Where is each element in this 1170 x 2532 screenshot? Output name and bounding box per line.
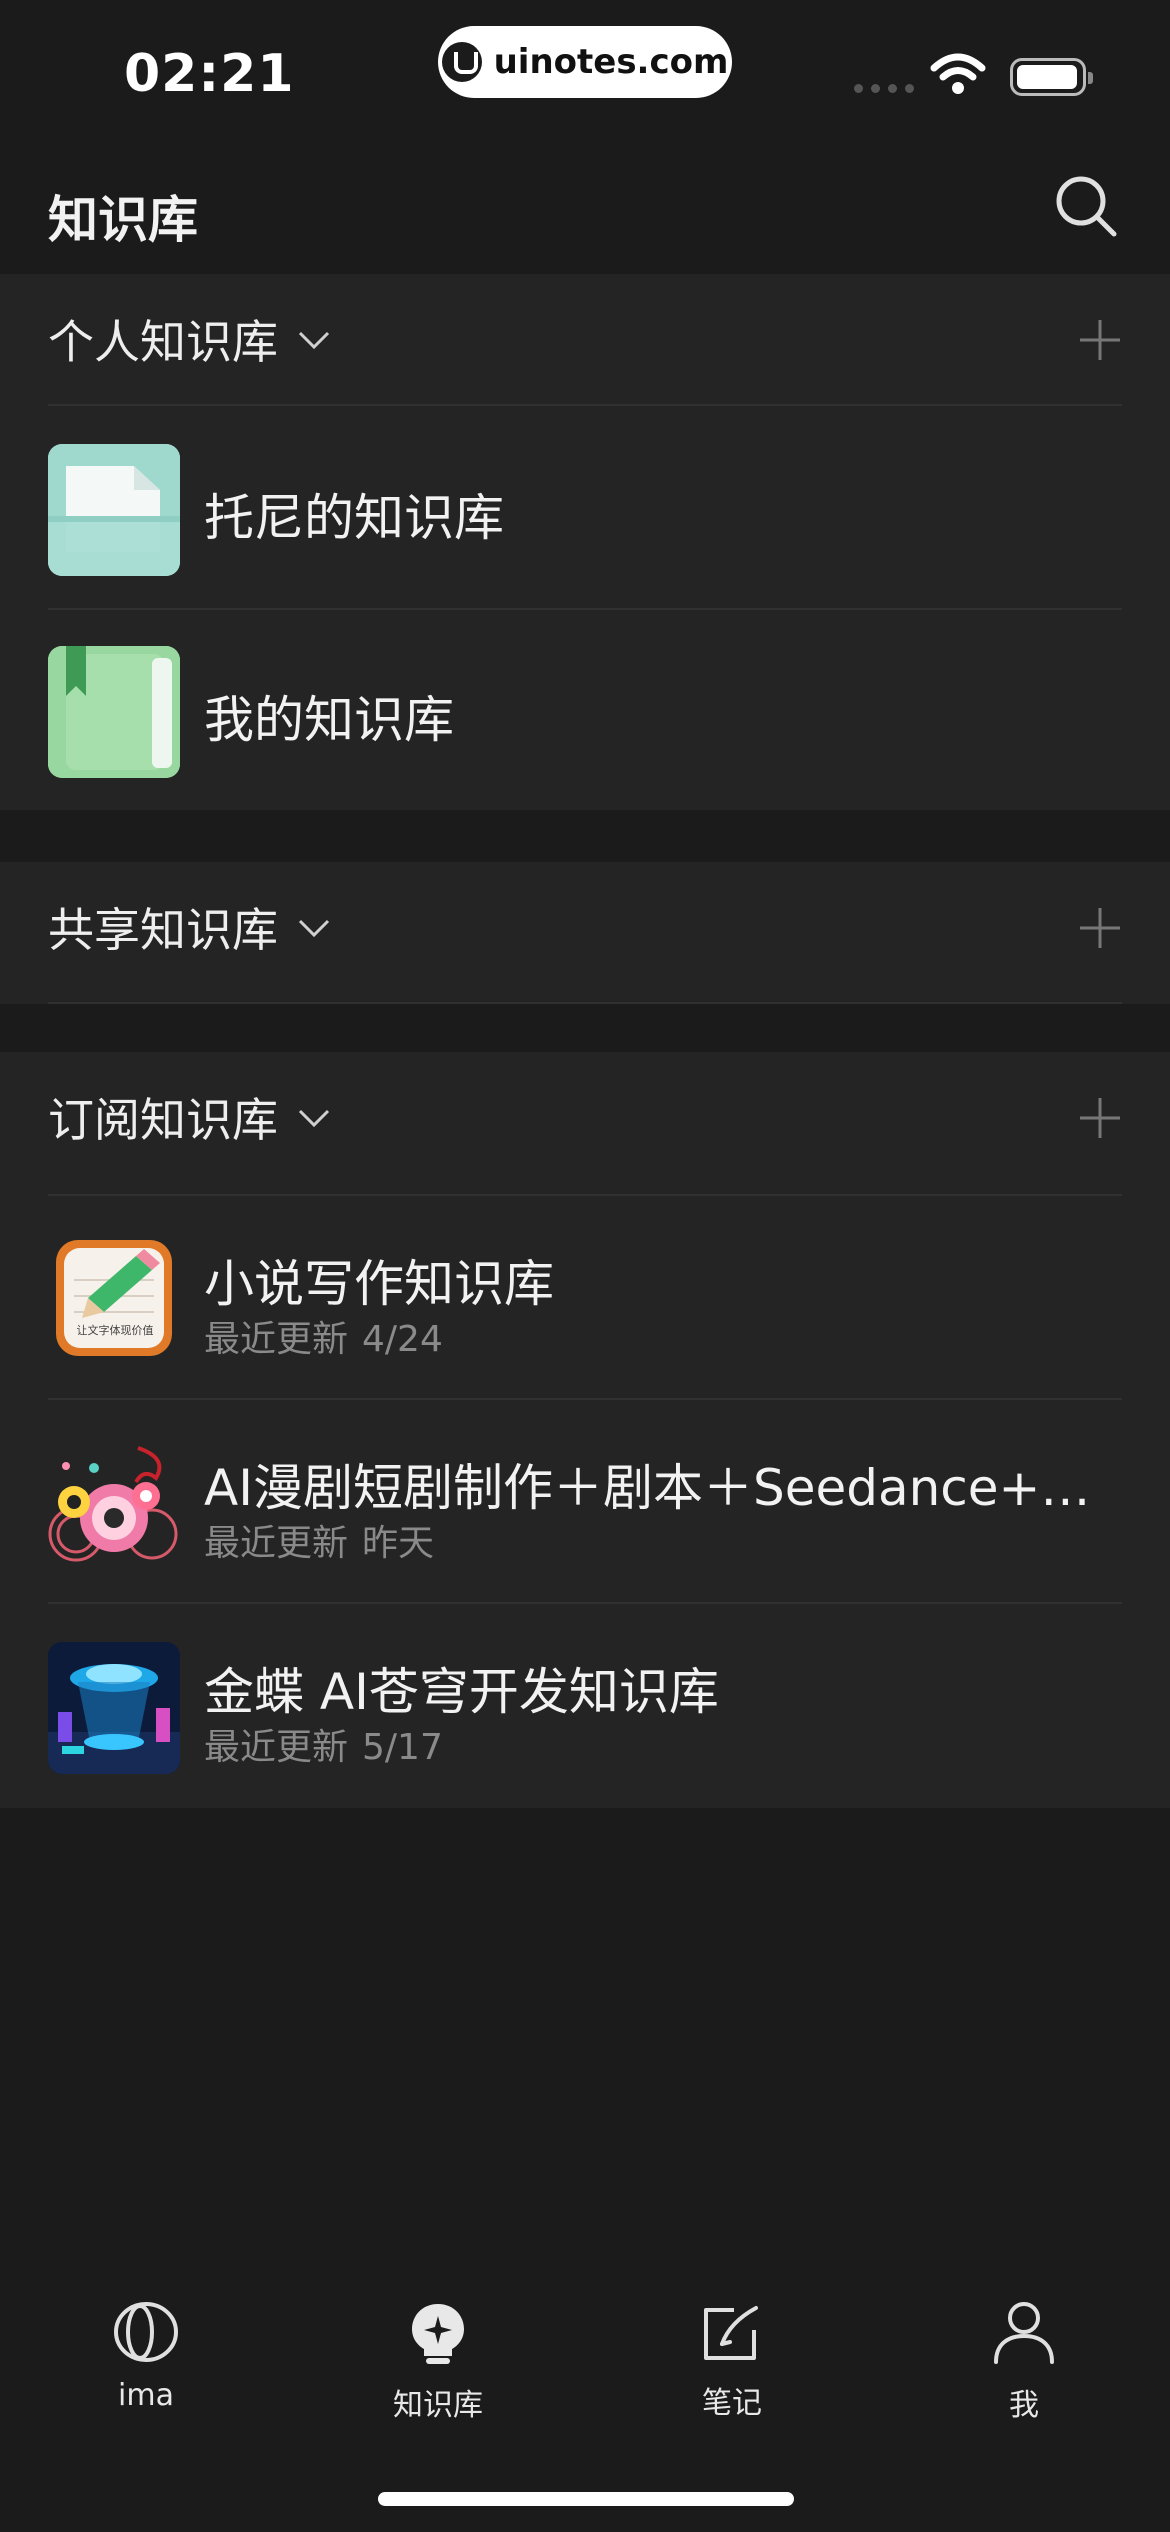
note-pen-icon bbox=[704, 2306, 758, 2360]
section-subscribed: 订阅知识库 让文字体现价值 小说写作知识库 最近更新 4/24 AI漫剧短剧制作… bbox=[0, 1052, 1170, 1808]
item-subtitle: 最近更新 5/17 bbox=[204, 1718, 457, 1770]
item-name: 托尼的知识库 bbox=[204, 489, 504, 547]
search-icon[interactable] bbox=[1054, 174, 1118, 238]
tab-ima[interactable]: ima bbox=[46, 2300, 246, 2413]
notebook-pencil-icon: 让文字体现价值 bbox=[48, 1234, 180, 1366]
add-icon[interactable] bbox=[1078, 906, 1122, 950]
green-book-icon bbox=[48, 646, 180, 778]
status-time: 02:21 bbox=[124, 44, 295, 104]
item-name: 金蝶 AI苍穹开发知识库 bbox=[204, 1663, 719, 1721]
item-name: 小说写作知识库 bbox=[204, 1255, 554, 1313]
chevron-down-icon bbox=[298, 919, 330, 938]
section-shared: 共享知识库 bbox=[0, 862, 1170, 1004]
item-name: 我的知识库 bbox=[204, 691, 454, 749]
badge-text: 让文字体现价值 bbox=[76, 1324, 154, 1337]
update-date: 4/24 bbox=[362, 1319, 443, 1360]
update-label: 最近更新 bbox=[204, 1523, 349, 1564]
folder-document-icon bbox=[48, 444, 180, 576]
add-icon[interactable] bbox=[1078, 318, 1122, 362]
item-name: AI漫剧短剧制作＋剧本＋Seedance+… bbox=[204, 1459, 1091, 1517]
tab-label: 笔记 bbox=[702, 2386, 762, 2421]
battery-icon bbox=[1010, 58, 1093, 96]
section-header[interactable]: 共享知识库 bbox=[48, 862, 1122, 992]
section-title: 共享知识库 bbox=[48, 903, 278, 957]
page-title: 知识库 bbox=[48, 191, 198, 249]
update-label: 最近更新 bbox=[204, 1319, 349, 1360]
list-item[interactable]: AI漫剧短剧制作＋剧本＋Seedance+… 最近更新 昨天 bbox=[48, 1400, 1122, 1602]
domain-text: uinotes.com bbox=[493, 42, 729, 82]
update-label: 最近更新 bbox=[204, 1727, 349, 1768]
update-date: 5/17 bbox=[362, 1727, 443, 1768]
tab-label: 我 bbox=[1009, 2388, 1039, 2423]
tab-me[interactable]: 我 bbox=[924, 2300, 1124, 2424]
colorful-illustration-icon bbox=[48, 1438, 180, 1570]
person-icon bbox=[994, 2302, 1054, 2364]
tab-notes[interactable]: 笔记 bbox=[632, 2300, 832, 2422]
list-item[interactable]: 托尼的知识库 bbox=[48, 406, 1122, 608]
tab-label: 知识库 bbox=[393, 2388, 483, 2423]
knowledge-base-screen: 02:21 uinotes.com 知识库 个人知识库 托尼的知识库 我的知识库… bbox=[0, 0, 1170, 2532]
signal-icon bbox=[854, 84, 914, 93]
wifi-icon bbox=[930, 53, 986, 94]
ima-logo-icon bbox=[114, 2302, 178, 2362]
tab-bar: ima 知识库 笔记 我 bbox=[0, 2270, 1170, 2430]
list-item[interactable]: 让文字体现价值 小说写作知识库 最近更新 4/24 bbox=[48, 1196, 1122, 1398]
add-icon[interactable] bbox=[1078, 1096, 1122, 1140]
list-item[interactable]: 金蝶 AI苍穹开发知识库 最近更新 5/17 bbox=[48, 1604, 1122, 1806]
list-item[interactable]: 我的知识库 bbox=[48, 608, 1122, 810]
divider bbox=[48, 1002, 1122, 1004]
section-title: 订阅知识库 bbox=[48, 1093, 278, 1147]
chevron-down-icon bbox=[298, 331, 330, 350]
knowledge-bulb-icon bbox=[412, 2304, 464, 2364]
section-header[interactable]: 订阅知识库 bbox=[48, 1052, 1122, 1182]
item-subtitle: 最近更新 4/24 bbox=[204, 1310, 457, 1362]
item-subtitle: 最近更新 昨天 bbox=[204, 1514, 448, 1566]
status-bar: 02:21 uinotes.com bbox=[0, 0, 1170, 140]
section-header[interactable]: 个人知识库 bbox=[48, 274, 1122, 404]
chevron-down-icon bbox=[298, 1109, 330, 1128]
tab-knowledge[interactable]: 知识库 bbox=[338, 2300, 538, 2424]
update-date: 昨天 bbox=[362, 1523, 435, 1564]
tab-label: ima bbox=[118, 2378, 174, 2413]
section-title: 个人知识库 bbox=[48, 315, 278, 369]
futuristic-tech-icon bbox=[48, 1642, 180, 1774]
page-header: 知识库 bbox=[0, 140, 1170, 274]
home-indicator[interactable] bbox=[378, 2492, 794, 2506]
section-personal: 个人知识库 托尼的知识库 我的知识库 bbox=[0, 274, 1170, 810]
domain-pill: uinotes.com bbox=[438, 26, 732, 98]
uinotes-logo-icon bbox=[441, 42, 482, 82]
